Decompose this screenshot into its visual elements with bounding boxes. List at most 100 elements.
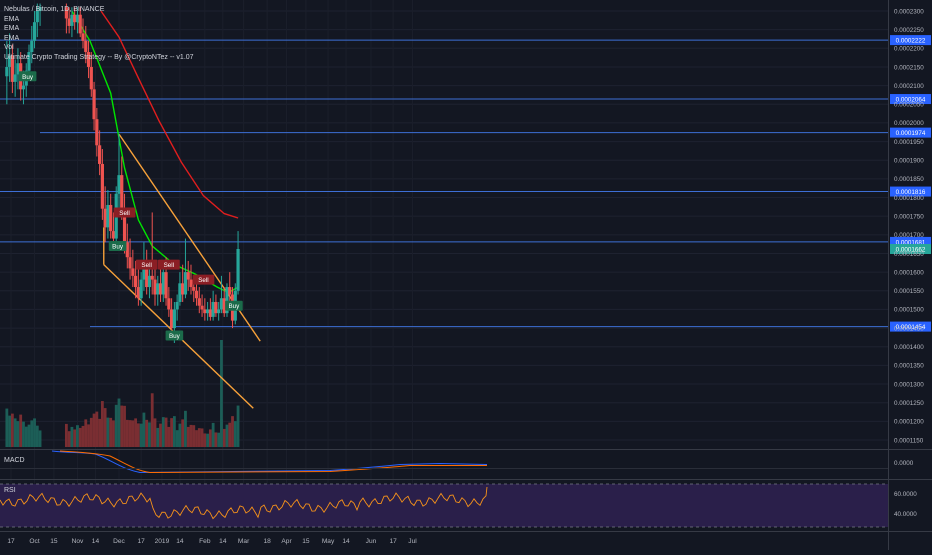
time-tick-label: 17 xyxy=(7,538,15,545)
time-tick-label: Nov xyxy=(72,538,84,545)
price-tick-label: 0.0002100 xyxy=(894,83,924,90)
indicator-ema-3[interactable]: EMA xyxy=(4,34,194,44)
price-tick-label: 0.0002250 xyxy=(894,27,924,34)
volume-bar xyxy=(125,419,129,447)
indicator-ema-2[interactable]: EMA xyxy=(4,24,194,34)
volume-bar xyxy=(233,421,237,447)
chart-svg[interactable]: 0.00022220.00020640.00019740.00018160.00… xyxy=(0,0,932,550)
rsi-tick-label: 60.0000 xyxy=(894,491,917,498)
volume-bar xyxy=(16,421,20,447)
price-tick-label: 0.0001650 xyxy=(894,251,924,258)
time-tick-label: 18 xyxy=(263,538,271,545)
candle-body xyxy=(197,298,201,306)
candle-body xyxy=(203,309,207,314)
candle-body xyxy=(219,298,224,310)
buy-signal-label: Buy xyxy=(22,74,34,81)
volume-bar xyxy=(30,420,34,447)
volume-bar xyxy=(109,417,113,447)
volume-bar xyxy=(92,413,96,447)
volume-bar xyxy=(220,340,223,447)
volume-bar xyxy=(131,420,135,447)
time-tick-label: 15 xyxy=(302,538,310,545)
volume-bar xyxy=(35,425,39,447)
macd-title[interactable]: MACD xyxy=(4,457,25,464)
rsi-band xyxy=(0,484,888,527)
volume-bar xyxy=(78,427,82,447)
symbol-title[interactable]: Nebulas / Bitcoin, 1D, BINANCE xyxy=(4,5,194,15)
time-tick-label: Feb xyxy=(199,538,211,545)
candle-body xyxy=(134,275,138,288)
candle-body xyxy=(117,175,121,194)
volume-bar xyxy=(100,401,104,447)
candle-body xyxy=(131,268,135,276)
candle-body xyxy=(189,279,193,288)
candle-body xyxy=(111,231,116,239)
candle-body xyxy=(181,283,185,295)
volume-bar xyxy=(189,424,193,447)
volume-bar xyxy=(5,408,9,447)
chart-area[interactable]: 0.0002222 0.0002064 0.0001974 0.0001816 0.00… xyxy=(0,0,932,550)
time-tick-label: Apr xyxy=(281,538,292,545)
volume-bar xyxy=(120,405,124,447)
volume-bar xyxy=(214,432,218,447)
volume-bar xyxy=(24,426,28,447)
volume-bar xyxy=(22,421,25,447)
price-tick-label: 0.0001200 xyxy=(894,419,924,426)
price-tick-label: 0.0001400 xyxy=(894,344,924,351)
volume-bar xyxy=(136,423,140,447)
price-tick-label: 0.0002150 xyxy=(894,64,924,71)
price-tick-label: 0.0001300 xyxy=(894,381,924,388)
volume-bar xyxy=(112,420,115,447)
indicator-strategy[interactable]: Ultimate Crypto Trading Strategy -- By @… xyxy=(4,53,194,63)
volume-bar xyxy=(153,418,157,447)
candle-body xyxy=(109,204,113,232)
volume-bar xyxy=(206,433,209,447)
volume-bar xyxy=(27,424,31,447)
volume-bar xyxy=(123,405,126,447)
sell-signal-label: Sell xyxy=(164,262,175,269)
candle-body xyxy=(139,279,143,299)
candle-body xyxy=(150,275,154,280)
time-tick-label: 14 xyxy=(342,538,350,545)
price-tick-label: 0.0001750 xyxy=(894,213,924,220)
price-tick-label: 0.0001550 xyxy=(894,288,924,295)
time-tick-label: Oct xyxy=(29,538,39,545)
volume-bar xyxy=(103,408,107,447)
indicator-ema-1[interactable]: EMA xyxy=(4,15,194,25)
candle-body xyxy=(236,249,240,291)
volume-bar xyxy=(67,431,71,447)
candle-body xyxy=(170,309,174,329)
volume-bar xyxy=(211,422,215,447)
sell-signal-label: Sell xyxy=(198,277,209,284)
volume-bar xyxy=(172,416,176,447)
time-tick-label: May xyxy=(322,538,335,545)
candle-body xyxy=(211,301,215,317)
volume-bar xyxy=(117,398,121,447)
indicator-vol[interactable]: Vol xyxy=(4,43,194,53)
volume-bar xyxy=(81,425,85,447)
volume-bar xyxy=(142,412,146,447)
time-tick-label: Jun xyxy=(366,538,377,545)
time-tick-label: Dec xyxy=(113,538,125,545)
time-tick-label: 2019 xyxy=(155,538,170,545)
candle-body xyxy=(13,74,17,82)
volume-bar xyxy=(134,418,138,447)
price-tick-label: 0.0002000 xyxy=(894,120,924,127)
price-tick-label: 0.0002300 xyxy=(894,8,924,15)
candle-body xyxy=(178,283,182,302)
candle-body xyxy=(214,301,218,314)
volume-bar xyxy=(70,426,74,447)
level-label: 0.0002222 xyxy=(896,38,926,45)
price-tick-label: 0.0001500 xyxy=(894,307,924,314)
volume-bar xyxy=(8,415,12,447)
time-tick-label: 15 xyxy=(50,538,58,545)
volume-bar xyxy=(175,430,179,447)
volume-bar xyxy=(184,410,187,447)
rsi-title[interactable]: RSI xyxy=(4,487,16,494)
candle-body xyxy=(103,208,107,228)
price-tick-label: 0.0001950 xyxy=(894,139,924,146)
candle-body xyxy=(186,272,190,280)
candle-body xyxy=(95,119,99,146)
level-label: 0.0001974 xyxy=(896,130,926,137)
price-tick-label: 0.0001150 xyxy=(894,437,924,444)
